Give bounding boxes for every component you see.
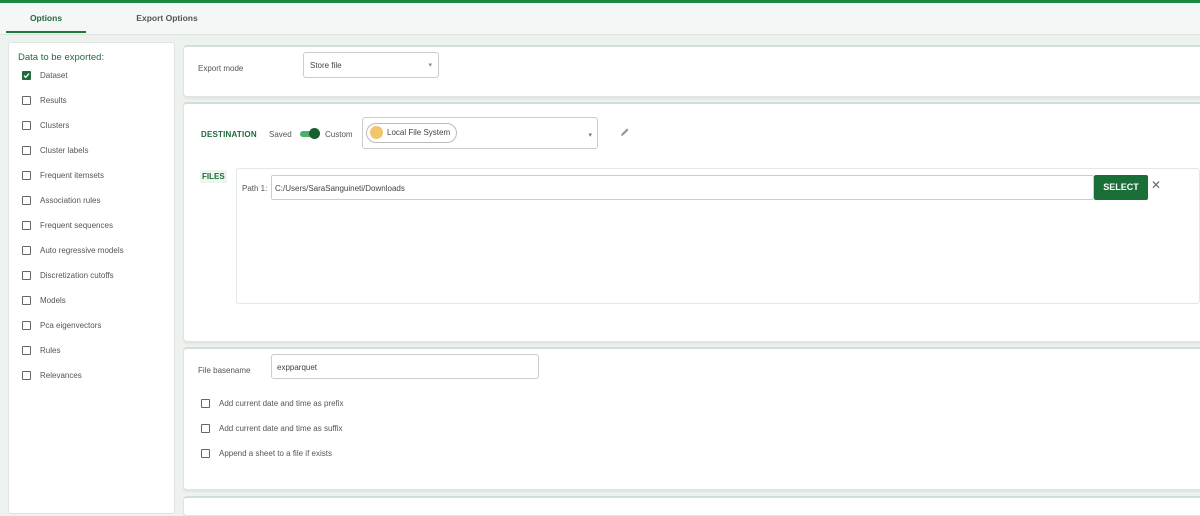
custom-label: Custom [325, 130, 353, 139]
checkbox-icon [22, 95, 31, 105]
destination-label: DESTINATION [201, 130, 257, 139]
checkbox-icon [22, 245, 31, 255]
file-system-select[interactable]: Local File System ▾ [362, 117, 598, 149]
checkbox-checked-icon [22, 70, 31, 80]
file-options-card: File basename expparquet Add current dat… [183, 347, 1200, 490]
export-item-label: Auto regressive models [40, 245, 124, 255]
export-mode-card: Export mode Store file ▾ [183, 45, 1200, 97]
checkbox-icon [201, 448, 210, 458]
checkbox-icon [22, 320, 31, 330]
chevron-down-icon: ▾ [428, 62, 432, 69]
export-item-label: Pca eigenvectors [40, 320, 102, 330]
export-item-label: Frequent sequences [40, 220, 113, 230]
checkbox-icon [201, 423, 210, 433]
export-item-label: Models [40, 295, 66, 305]
bottom-card [183, 496, 1200, 516]
file-system-icon [370, 126, 383, 139]
checkbox-icon [22, 170, 31, 180]
export-item-checkbox[interactable]: Frequent itemsets [22, 168, 104, 182]
destination-card: DESTINATION Saved Custom Local File Syst… [183, 102, 1200, 342]
export-mode-value: Store file [310, 61, 342, 70]
export-item-label: Rules [40, 345, 61, 355]
checkbox-icon [22, 220, 31, 230]
tab-options-label: Options [29, 13, 63, 23]
path-input[interactable]: C:/Users/SaraSanguineti/Downloads [271, 175, 1094, 200]
file-option-label: Add current date and time as suffix [219, 423, 343, 433]
checkbox-icon [22, 345, 31, 355]
close-icon[interactable]: ✕ [1151, 178, 1161, 192]
select-button[interactable]: SELECT [1094, 175, 1148, 200]
export-item-label: Results [40, 95, 67, 105]
files-box: Path 1: C:/Users/SaraSanguineti/Download… [236, 168, 1200, 304]
checkbox-icon [22, 370, 31, 380]
data-to-export-title: Data to be exported: [18, 52, 105, 63]
file-option-label: Add current date and time as prefix [219, 398, 344, 408]
toggle-knob [309, 128, 320, 139]
checkbox-icon [22, 295, 31, 305]
checkbox-icon [22, 120, 31, 130]
tab-bar: Options Export Options [0, 3, 1200, 35]
chevron-down-icon: ▾ [588, 132, 592, 139]
active-tab-indicator [6, 31, 86, 33]
basename-input[interactable]: expparquet [271, 354, 539, 379]
export-mode-label: Export mode [198, 64, 244, 73]
file-option-checkbox[interactable]: Add current date and time as suffix [201, 422, 342, 434]
basename-label: File basename [198, 366, 251, 375]
export-item-checkbox[interactable]: Relevances [22, 368, 82, 382]
export-item-label: Relevances [40, 370, 82, 380]
export-item-checkbox[interactable]: Association rules [22, 193, 100, 207]
data-to-export-panel: Data to be exported: Dataset Results Clust… [8, 42, 175, 514]
file-option-label: Append a sheet to a file if exists [219, 448, 332, 458]
export-item-label: Cluster labels [40, 145, 89, 155]
export-item-checkbox[interactable]: Discretization cutoffs [22, 268, 114, 282]
export-item-label: Association rules [40, 195, 101, 205]
export-item-label: Dataset [40, 70, 68, 80]
tab-export-options-label: Export Options [136, 13, 198, 23]
export-item-label: Frequent itemsets [40, 170, 105, 180]
export-item-checkbox[interactable]: Models [22, 293, 66, 307]
export-item-checkbox[interactable]: Frequent sequences [22, 218, 113, 232]
file-option-checkbox[interactable]: Append a sheet to a file if exists [201, 447, 332, 459]
export-item-checkbox[interactable]: Pca eigenvectors [22, 318, 101, 332]
path-label: Path 1: [242, 184, 268, 193]
pencil-icon[interactable] [620, 127, 630, 139]
checkbox-icon [22, 195, 31, 205]
export-item-checkbox[interactable]: Rules [22, 343, 60, 357]
export-item-checkbox[interactable]: Dataset [22, 68, 68, 82]
export-item-label: Clusters [40, 120, 70, 130]
export-item-checkbox[interactable]: Cluster labels [22, 143, 88, 157]
file-system-chip: Local File System [366, 123, 458, 143]
checkbox-icon [22, 270, 31, 280]
export-item-checkbox[interactable]: Auto regressive models [22, 243, 124, 257]
file-option-checkbox[interactable]: Add current date and time as prefix [201, 397, 344, 409]
saved-label: Saved [269, 130, 292, 139]
export-item-checkbox[interactable]: Results [22, 93, 67, 107]
saved-custom-toggle[interactable] [300, 128, 320, 140]
export-item-checkbox[interactable]: Clusters [22, 118, 69, 132]
file-system-chip-label: Local File System [387, 128, 451, 137]
files-label: FILES [200, 170, 227, 183]
tab-export-options[interactable]: Export Options [127, 3, 207, 34]
checkbox-icon [201, 398, 210, 408]
export-item-label: Discretization cutoffs [40, 270, 114, 280]
tab-options[interactable]: Options [6, 3, 86, 34]
export-mode-select[interactable]: Store file ▾ [303, 52, 439, 78]
checkbox-icon [22, 145, 31, 155]
